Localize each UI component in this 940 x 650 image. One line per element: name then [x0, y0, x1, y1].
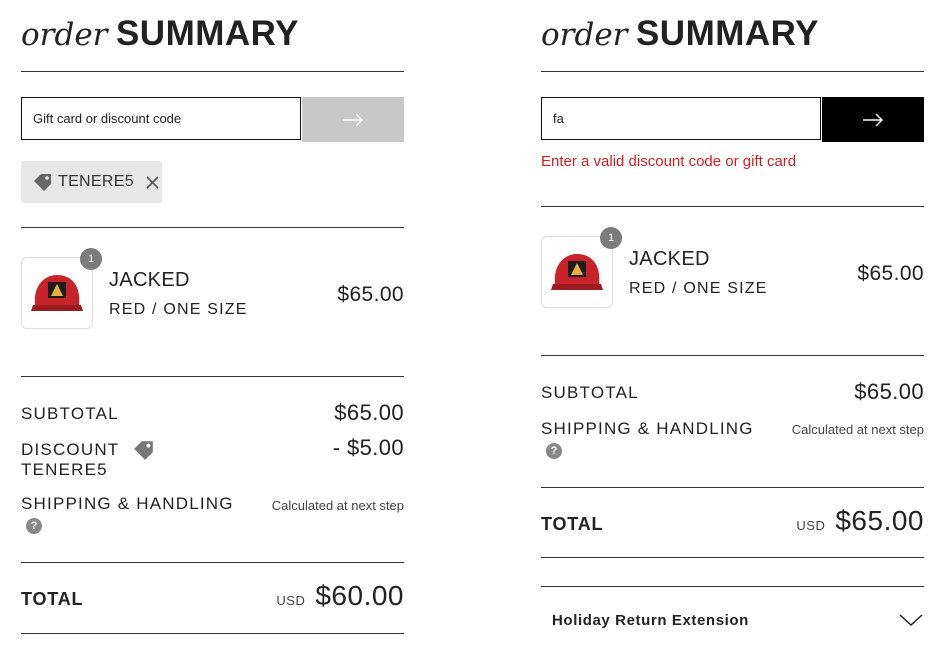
- divider: [541, 487, 924, 488]
- page-title: order SUMMARY: [21, 14, 299, 54]
- divider: [541, 355, 924, 356]
- order-summary-panel-left: order SUMMARY TENERE5 1 JACKED RED / ONE: [21, 0, 404, 650]
- chevron-down-icon: [899, 614, 923, 627]
- shipping-label: SHIPPING & HANDLING: [541, 419, 754, 438]
- divider: [541, 586, 924, 587]
- question-icon[interactable]: ?: [546, 443, 562, 459]
- arrow-right-icon: [343, 113, 363, 126]
- tag-icon: [134, 441, 153, 460]
- subtotal-label: SUBTOTAL: [21, 404, 119, 423]
- product-variant: RED / ONE SIZE: [109, 301, 248, 318]
- total-amount: USD $60.00: [276, 580, 404, 612]
- total-value: $60.00: [315, 580, 404, 611]
- applied-code-label: TENERE5: [58, 173, 134, 190]
- subtotal-value: $65.00: [334, 400, 404, 425]
- discount-code-input[interactable]: [21, 97, 301, 140]
- shipping-value: Calculated at next step: [271, 498, 404, 513]
- tag-icon: [34, 174, 51, 191]
- page-title: order SUMMARY: [541, 14, 819, 54]
- total-amount: USD $65.00: [796, 505, 924, 537]
- subtotal-label: SUBTOTAL: [541, 383, 639, 402]
- divider: [541, 206, 924, 207]
- divider: [21, 71, 404, 72]
- product-variant: RED / ONE SIZE: [629, 280, 768, 297]
- title-italic: order: [21, 17, 108, 53]
- discount-code-input[interactable]: [541, 97, 821, 140]
- product-price: $65.00: [337, 283, 404, 306]
- accordion-label: Holiday Return Extension: [552, 611, 749, 629]
- subtotal-value: $65.00: [854, 379, 924, 404]
- divider: [21, 376, 404, 377]
- divider: [21, 227, 404, 228]
- product-thumbnail: [541, 236, 613, 308]
- apply-discount-button[interactable]: [302, 97, 404, 142]
- product-price: $65.00: [857, 262, 924, 285]
- apply-discount-button[interactable]: [822, 97, 924, 142]
- discount-error-message: Enter a valid discount code or gift card: [541, 153, 797, 170]
- divider: [21, 562, 404, 563]
- total-currency: USD: [796, 518, 826, 533]
- title-bold: SUMMARY: [115, 14, 299, 53]
- product-name: JACKED: [109, 269, 190, 291]
- discount-value: - $5.00: [332, 435, 404, 460]
- total-value: $65.00: [835, 505, 924, 536]
- total-currency: USD: [276, 593, 306, 608]
- quantity-badge: 1: [600, 227, 622, 249]
- quantity-badge: 1: [80, 248, 102, 270]
- question-icon[interactable]: ?: [26, 518, 42, 534]
- cap-icon: [551, 254, 603, 290]
- applied-discount-chip: TENERE5: [21, 161, 162, 203]
- cap-icon: [31, 275, 83, 311]
- title-italic: order: [541, 17, 628, 53]
- remove-discount-button[interactable]: [146, 175, 159, 189]
- total-label: TOTAL: [541, 514, 604, 534]
- product-name: JACKED: [629, 248, 710, 270]
- product-thumbnail: [21, 257, 93, 329]
- title-bold: SUMMARY: [635, 14, 819, 53]
- order-summary-panel-right: order SUMMARY Enter a valid discount cod…: [541, 0, 924, 650]
- holiday-return-accordion[interactable]: Holiday Return Extension: [541, 602, 924, 638]
- total-label: TOTAL: [21, 589, 84, 609]
- shipping-label: SHIPPING & HANDLING: [21, 494, 234, 513]
- discount-code: TENERE5: [21, 460, 108, 479]
- close-icon: [146, 175, 159, 189]
- divider: [541, 71, 924, 72]
- divider: [21, 633, 404, 634]
- divider: [541, 557, 924, 558]
- shipping-value: Calculated at next step: [791, 422, 924, 437]
- discount-label: DISCOUNT: [21, 440, 120, 459]
- arrow-right-icon: [863, 113, 883, 126]
